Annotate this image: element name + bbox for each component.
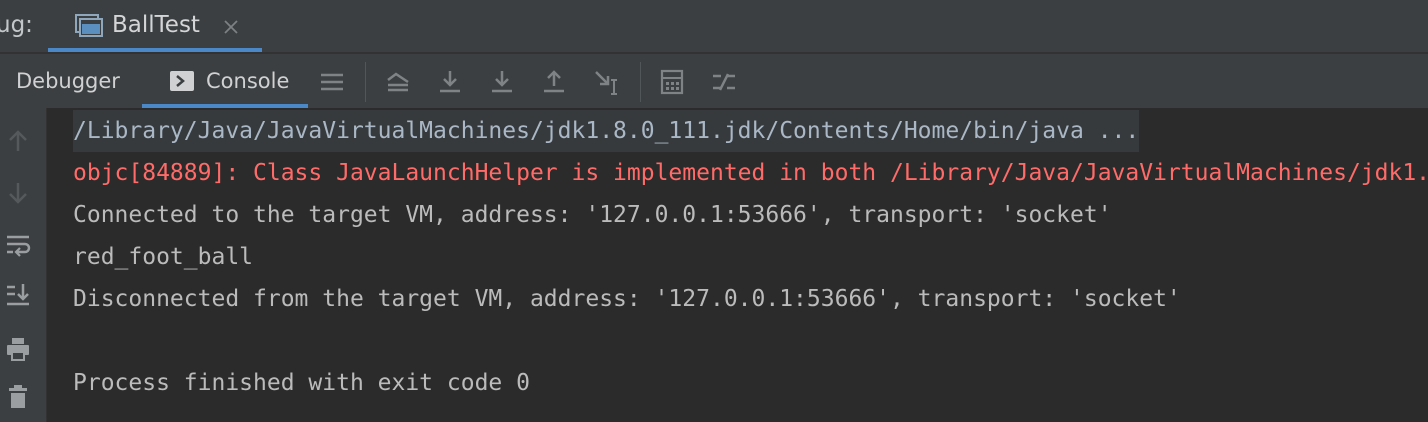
scroll-to-end-icon[interactable] — [5, 282, 31, 308]
tab-console[interactable]: Console — [142, 54, 308, 108]
console-side-toolbar — [0, 108, 47, 422]
evaluate-expression-icon[interactable] — [658, 68, 686, 96]
run-tab-balltest[interactable]: BallTest — [48, 0, 262, 52]
arrow-up-icon[interactable] — [5, 128, 31, 154]
toolbar-divider — [365, 62, 366, 102]
tab-debugger[interactable]: Debugger — [0, 54, 140, 108]
run-tabs-bar: ug: BallTest — [0, 0, 1428, 52]
tab-debugger-label: Debugger — [16, 69, 120, 93]
window-icon — [75, 14, 103, 37]
show-execution-point-icon[interactable] — [384, 68, 412, 96]
close-icon[interactable] — [222, 18, 240, 36]
console-icon — [170, 71, 194, 91]
console-line-exit: Process finished with exit code 0 — [73, 370, 530, 396]
console-line-command: /Library/Java/JavaVirtualMachines/jdk1.8… — [73, 110, 1140, 152]
step-over-icon[interactable] — [436, 68, 464, 96]
debug-toolbar: Debugger Console — [0, 54, 1428, 109]
soft-wrap-icon[interactable] — [5, 232, 31, 258]
console-output[interactable]: /Library/Java/JavaVirtualMachines/jdk1.8… — [47, 108, 1428, 422]
tab-console-label: Console — [206, 69, 290, 93]
step-out-icon[interactable] — [540, 68, 568, 96]
debug-label: ug: — [0, 12, 33, 38]
debug-tool-window: ug: BallTest Debugger Console /Library/J… — [0, 0, 1428, 422]
arrow-down-icon[interactable] — [5, 180, 31, 206]
console-line: Disconnected from the target VM, address… — [73, 286, 1181, 312]
console-line: Connected to the target VM, address: '12… — [73, 202, 1112, 228]
trace-current-stream-icon[interactable] — [710, 68, 738, 96]
menu-lines-icon[interactable] — [318, 68, 346, 96]
console-line-error: objc[84889]: Class JavaLaunchHelper is i… — [73, 160, 1428, 186]
step-into-icon[interactable] — [488, 68, 516, 96]
run-to-cursor-icon[interactable] — [592, 68, 620, 96]
run-tab-title: BallTest — [112, 12, 200, 38]
trash-icon[interactable] — [5, 384, 31, 410]
console-line: red_foot_ball — [73, 244, 254, 270]
toolbar-divider — [640, 62, 641, 102]
print-icon[interactable] — [5, 336, 31, 362]
